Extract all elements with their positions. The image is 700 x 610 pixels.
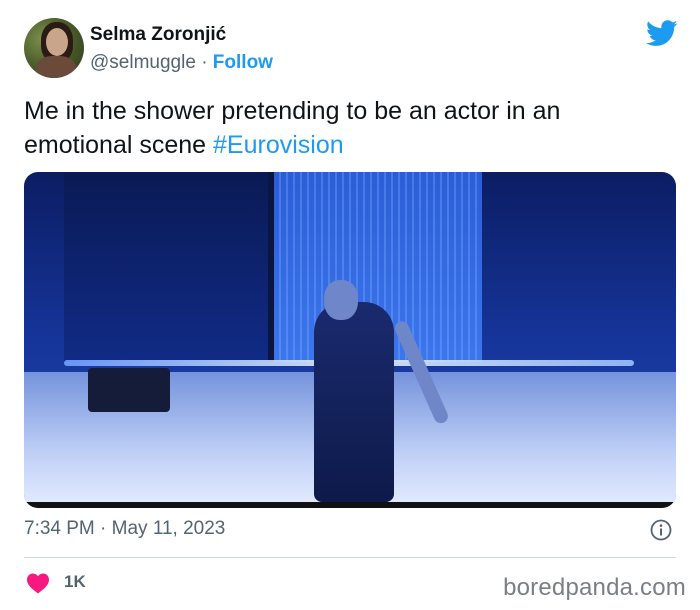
photo-bottom-edge bbox=[24, 502, 676, 508]
hashtag-link[interactable]: #Eurovision bbox=[213, 131, 344, 159]
stage-backdrop bbox=[64, 172, 294, 362]
singer-head bbox=[324, 280, 358, 320]
like-count[interactable]: 1K bbox=[64, 572, 86, 592]
tweet-timestamp[interactable]: 7:34 PM · May 11, 2023 bbox=[24, 518, 225, 540]
author-name[interactable]: Selma Zoronjić bbox=[90, 24, 226, 46]
avatar[interactable] bbox=[24, 18, 84, 78]
avatar-body bbox=[36, 56, 76, 78]
tweet-photo[interactable] bbox=[24, 172, 676, 508]
tweet-text: Me in the shower pretending to be an act… bbox=[24, 94, 664, 162]
stage-pillar bbox=[268, 172, 274, 362]
divider bbox=[24, 557, 676, 558]
watermark: boredpanda.com bbox=[503, 574, 686, 601]
info-icon[interactable] bbox=[650, 519, 672, 541]
avatar-face bbox=[46, 28, 68, 56]
heart-icon[interactable] bbox=[26, 572, 50, 594]
handle-separator: · bbox=[201, 52, 208, 73]
author-handle-row: @selmuggle · Follow bbox=[90, 52, 273, 74]
follow-button[interactable]: Follow bbox=[213, 52, 273, 73]
twitter-bird-icon[interactable] bbox=[646, 20, 678, 47]
tweet-card: Selma Zoronjić @selmuggle · Follow Me in… bbox=[0, 0, 700, 610]
singer-figure bbox=[314, 302, 394, 502]
author-handle[interactable]: @selmuggle bbox=[90, 52, 196, 73]
stage-speaker bbox=[88, 368, 170, 412]
